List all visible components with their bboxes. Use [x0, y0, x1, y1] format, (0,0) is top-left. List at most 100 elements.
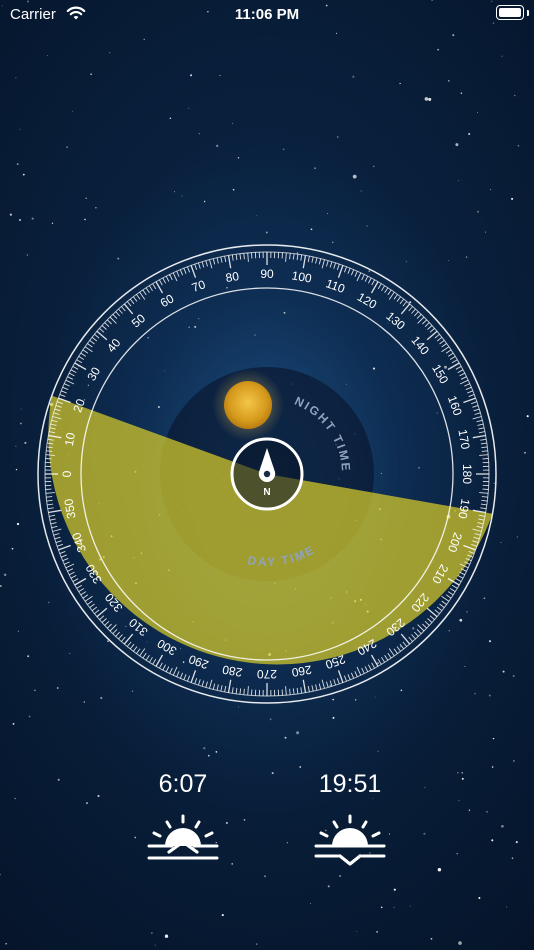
degree-tick	[399, 643, 405, 650]
degree-tick	[337, 265, 344, 278]
degree-label: 10	[62, 431, 78, 447]
degree-tick	[227, 679, 232, 693]
sun-compass[interactable]: 01020304050607080 90 100 110120130140150160…	[0, 0, 534, 950]
degree-tick	[400, 303, 411, 315]
degree-tick	[65, 379, 75, 385]
degree-tick	[126, 301, 132, 307]
degree-tick	[364, 666, 369, 673]
degree-tick	[209, 679, 213, 689]
degree-tick	[368, 277, 372, 284]
degree-tick	[118, 308, 123, 314]
degree-tick	[473, 408, 480, 412]
degree-tick	[354, 271, 358, 277]
degree-tick	[408, 306, 413, 312]
sunrise-time: 6:07	[158, 770, 208, 798]
degree-tick	[422, 319, 428, 325]
degree-tick	[427, 325, 433, 330]
degree-tick	[99, 328, 105, 333]
degree-tick	[186, 266, 191, 273]
degree-tick	[413, 311, 419, 317]
degree-tick	[84, 346, 93, 353]
sunset-icon	[314, 814, 386, 866]
degree-tick	[70, 575, 77, 579]
degree-label: 260	[290, 662, 312, 679]
degree-tick	[416, 313, 422, 319]
degree-tick	[467, 390, 473, 394]
degree-tick	[112, 313, 118, 319]
compass-button[interactable]: N	[230, 437, 304, 511]
degree-tick	[212, 683, 216, 690]
degree-tick	[67, 376, 74, 380]
degree-tick	[350, 269, 355, 276]
degree-tick	[315, 257, 318, 264]
degree-tick	[408, 636, 413, 642]
degree-tick	[149, 285, 153, 292]
degree-tick	[439, 340, 445, 345]
degree-tick	[190, 670, 197, 683]
degree-tick	[52, 528, 62, 532]
degree-tick	[49, 514, 56, 517]
degree-tick	[472, 404, 479, 408]
degree-tick	[354, 671, 358, 677]
degree-tick	[400, 633, 411, 645]
degree-tick	[411, 308, 416, 314]
degree-tick	[201, 261, 205, 268]
degree-label: 120	[355, 290, 380, 312]
degree-label: 160	[445, 394, 465, 418]
degree-tick	[205, 260, 208, 267]
degree-tick	[231, 687, 234, 694]
degree-tick	[216, 684, 219, 691]
degree-tick	[393, 648, 398, 654]
degree-tick	[417, 316, 425, 324]
degree-label: 80	[225, 269, 241, 285]
degree-tick	[216, 257, 219, 264]
degree-tick	[149, 656, 153, 663]
degree-tick	[321, 259, 325, 269]
degree-tick	[343, 266, 348, 273]
degree-tick	[311, 256, 314, 263]
degree-tick	[416, 629, 422, 635]
degree-tick	[333, 262, 337, 269]
degree-tick	[165, 275, 170, 282]
degree-tick	[45, 492, 55, 494]
degree-label: 290	[186, 652, 210, 672]
degree-tick	[321, 679, 325, 689]
degree-tick	[356, 666, 362, 676]
degree-tick	[55, 540, 62, 544]
degree-tick	[436, 336, 443, 342]
degree-tick	[356, 272, 362, 282]
degree-tick	[464, 383, 470, 387]
degree-tick	[142, 652, 147, 659]
degree-tick	[82, 594, 89, 599]
degree-tick	[106, 319, 112, 325]
degree-tick	[224, 256, 227, 263]
degree-tick	[172, 666, 178, 676]
degree-tick	[72, 366, 79, 370]
degree-tick	[96, 607, 108, 618]
degree-tick	[123, 303, 134, 315]
degree-tick	[289, 253, 291, 260]
degree-tick	[387, 652, 392, 659]
degree-tick	[429, 328, 435, 333]
degree-tick	[118, 634, 123, 640]
degree-tick	[48, 509, 62, 514]
degree-tick	[478, 431, 485, 434]
degree-tick	[424, 620, 430, 626]
degree-tick	[364, 275, 369, 282]
degree-tick	[159, 662, 163, 669]
degree-tick	[50, 522, 57, 525]
degree-tick	[292, 688, 295, 695]
degree-tick	[381, 285, 385, 292]
degree-tick	[247, 252, 249, 262]
degree-tick	[402, 301, 408, 307]
degree-tick	[451, 359, 458, 364]
degree-tick	[393, 294, 398, 300]
degree-tick	[133, 296, 138, 302]
sunset-time: 19:51	[318, 770, 382, 798]
degree-tick	[445, 594, 452, 599]
degree-tick	[479, 492, 489, 494]
degree-tick	[169, 667, 173, 674]
degree-tick	[247, 686, 249, 696]
degree-tick	[396, 296, 401, 302]
degree-tick	[307, 685, 310, 692]
